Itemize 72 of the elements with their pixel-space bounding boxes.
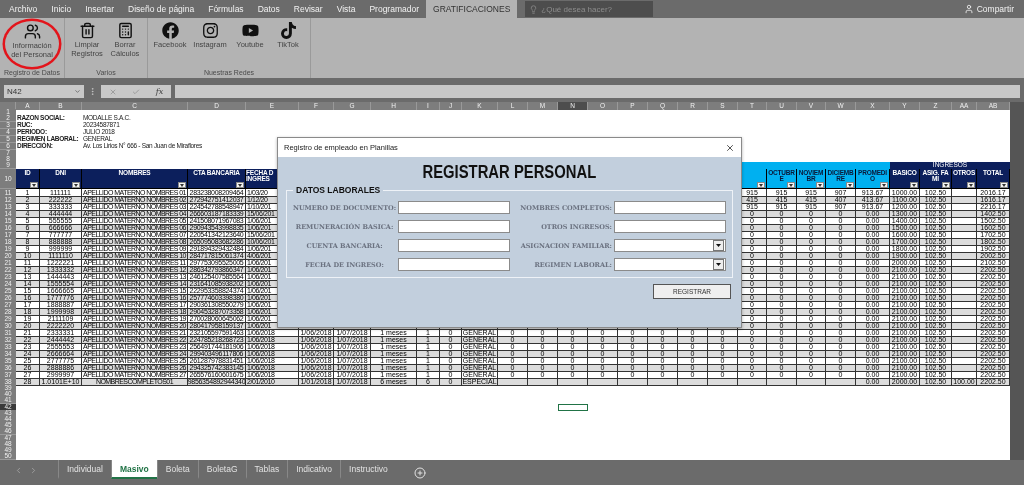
person-icon (963, 4, 974, 14)
menu-tab[interactable]: Inicio (44, 0, 79, 18)
share-button[interactable]: Compartir (963, 0, 1024, 18)
filter-button[interactable] (757, 182, 765, 188)
filter-button[interactable] (178, 182, 186, 188)
filter-button[interactable] (942, 182, 950, 188)
sheet-tab[interactable]: BoletaG (197, 460, 246, 479)
menu-tab[interactable]: Fórmulas (201, 0, 251, 18)
name-box[interactable]: N42 (4, 85, 84, 98)
menu-tab[interactable]: Programador (362, 0, 426, 18)
menu-tab[interactable]: Archivo (2, 0, 45, 18)
menu-tab[interactable]: Insertar (78, 0, 121, 18)
caret-icon (1002, 183, 1006, 187)
caret-icon (969, 183, 973, 187)
people-icon (23, 23, 41, 40)
sheet-tab[interactable]: Indicativo (287, 460, 341, 479)
filter-button[interactable] (967, 182, 975, 188)
filter-button[interactable] (910, 182, 918, 188)
facebook-icon (161, 22, 179, 39)
caret-icon (789, 183, 793, 187)
filter-button[interactable] (816, 182, 824, 188)
tiktok-icon (279, 22, 297, 39)
more-icon[interactable] (88, 87, 97, 96)
input-field[interactable] (614, 201, 726, 214)
caret-icon (759, 183, 763, 187)
selected-cell[interactable] (558, 403, 588, 411)
vertical-scrollbar[interactable] (1010, 102, 1024, 460)
filter-button[interactable] (30, 182, 38, 188)
caret-icon (912, 183, 916, 187)
check-icon[interactable] (132, 87, 141, 96)
caret-icon (238, 183, 242, 187)
caret-icon (882, 183, 886, 187)
dialog-heading: REGISTRAR PERSONAL (422, 161, 597, 183)
menu-tab[interactable]: Datos (250, 0, 287, 18)
input-field[interactable] (614, 220, 726, 233)
add-sheet-icon[interactable] (413, 467, 426, 479)
filter-button[interactable] (72, 182, 80, 188)
sheet-tab[interactable]: Masivo (110, 460, 157, 479)
menu-tab[interactable]: Diseño de página (121, 0, 202, 18)
trash-icon (78, 22, 96, 39)
filter-button[interactable] (846, 182, 854, 188)
filter-button[interactable] (236, 182, 244, 188)
menu-tab[interactable]: Vista (329, 0, 363, 18)
caret-icon (74, 183, 78, 187)
caret-icon (74, 88, 81, 95)
caret-icon (818, 183, 822, 187)
filter-button[interactable] (787, 182, 795, 188)
sheet-tab[interactable]: Instructivo (340, 460, 396, 479)
input-field[interactable] (398, 239, 511, 252)
sheet-tab[interactable]: Tablas (245, 460, 288, 479)
menu-tab[interactable]: GRATIFICACIONES (426, 0, 518, 18)
menu-tab[interactable]: Revisar (286, 0, 330, 18)
close-icon[interactable] (725, 142, 735, 153)
instagram-icon (201, 22, 219, 39)
dropdown-field[interactable] (614, 239, 726, 252)
filter-button[interactable] (1000, 182, 1008, 188)
sheet-tab[interactable]: Boleta (156, 460, 198, 479)
filter-button[interactable] (880, 182, 888, 188)
caret-icon (848, 183, 852, 187)
sheet-tab[interactable]: Individual (58, 460, 111, 479)
formula-field[interactable] (175, 85, 1020, 98)
calculator-icon (116, 22, 134, 39)
input-field[interactable] (398, 258, 511, 271)
input-field[interactable] (398, 220, 511, 233)
input-field[interactable] (398, 201, 511, 214)
lightbulb-icon (529, 4, 539, 14)
youtube-icon (241, 22, 259, 39)
dropdown-field[interactable] (614, 258, 726, 271)
caret-icon (32, 183, 36, 187)
caret-icon (180, 183, 184, 187)
caret-icon (944, 183, 948, 187)
function-label[interactable]: fx (155, 87, 164, 96)
